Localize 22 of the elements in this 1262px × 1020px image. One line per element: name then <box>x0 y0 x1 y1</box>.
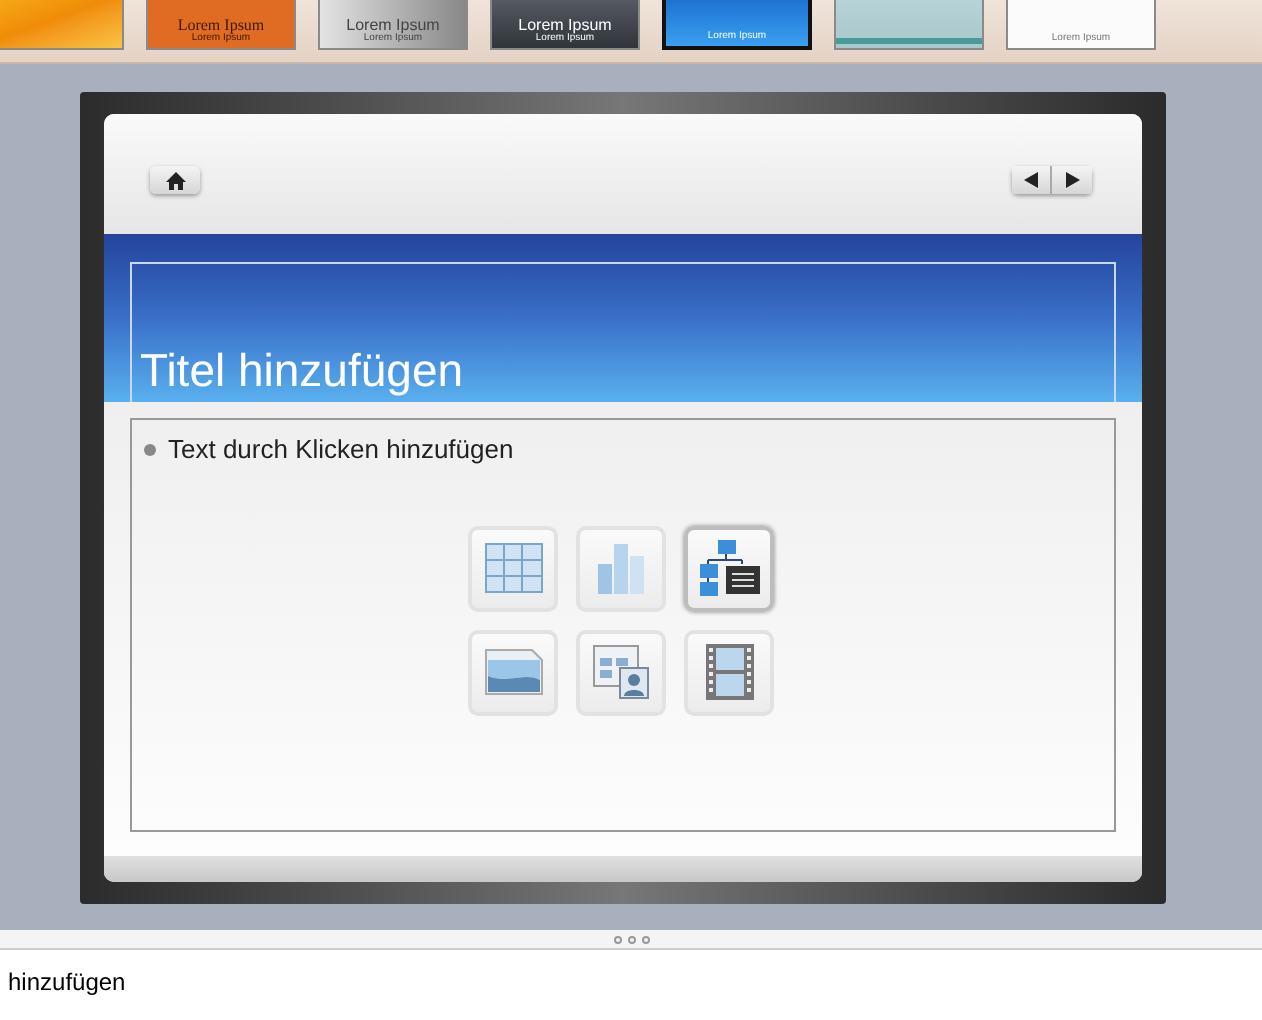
theme-thumbnail[interactable] <box>834 0 984 50</box>
insert-content-button[interactable] <box>684 525 774 611</box>
theme-sample-text: Lorem Ipsum <box>346 18 440 34</box>
theme-sample-text: Lorem Ipsum <box>177 18 265 34</box>
body-text: Text durch Klicken hinzufügen <box>168 432 514 468</box>
bullet-icon <box>144 443 156 456</box>
theme-thumbnail[interactable] <box>0 0 124 50</box>
landscape-picture-icon <box>483 648 543 696</box>
slide-title: Titel hinzufügen <box>140 342 464 400</box>
hierarchy-diagram-icon <box>697 538 761 598</box>
previous-button[interactable] <box>1012 166 1052 194</box>
photo-card-icon <box>591 644 651 700</box>
table-icon <box>483 542 543 594</box>
notes-text[interactable]: hinzufügen <box>8 968 126 996</box>
body-placeholder[interactable]: Text durch Klicken hinzufügen <box>130 418 1116 832</box>
theme-sample-text: Lorem Ipsum <box>518 18 612 34</box>
home-button[interactable] <box>150 166 200 194</box>
home-icon <box>165 171 185 189</box>
right-arrow-icon <box>1065 172 1079 188</box>
film-strip-icon <box>703 642 755 702</box>
next-button[interactable] <box>1052 166 1092 194</box>
left-arrow-icon <box>1024 172 1038 188</box>
